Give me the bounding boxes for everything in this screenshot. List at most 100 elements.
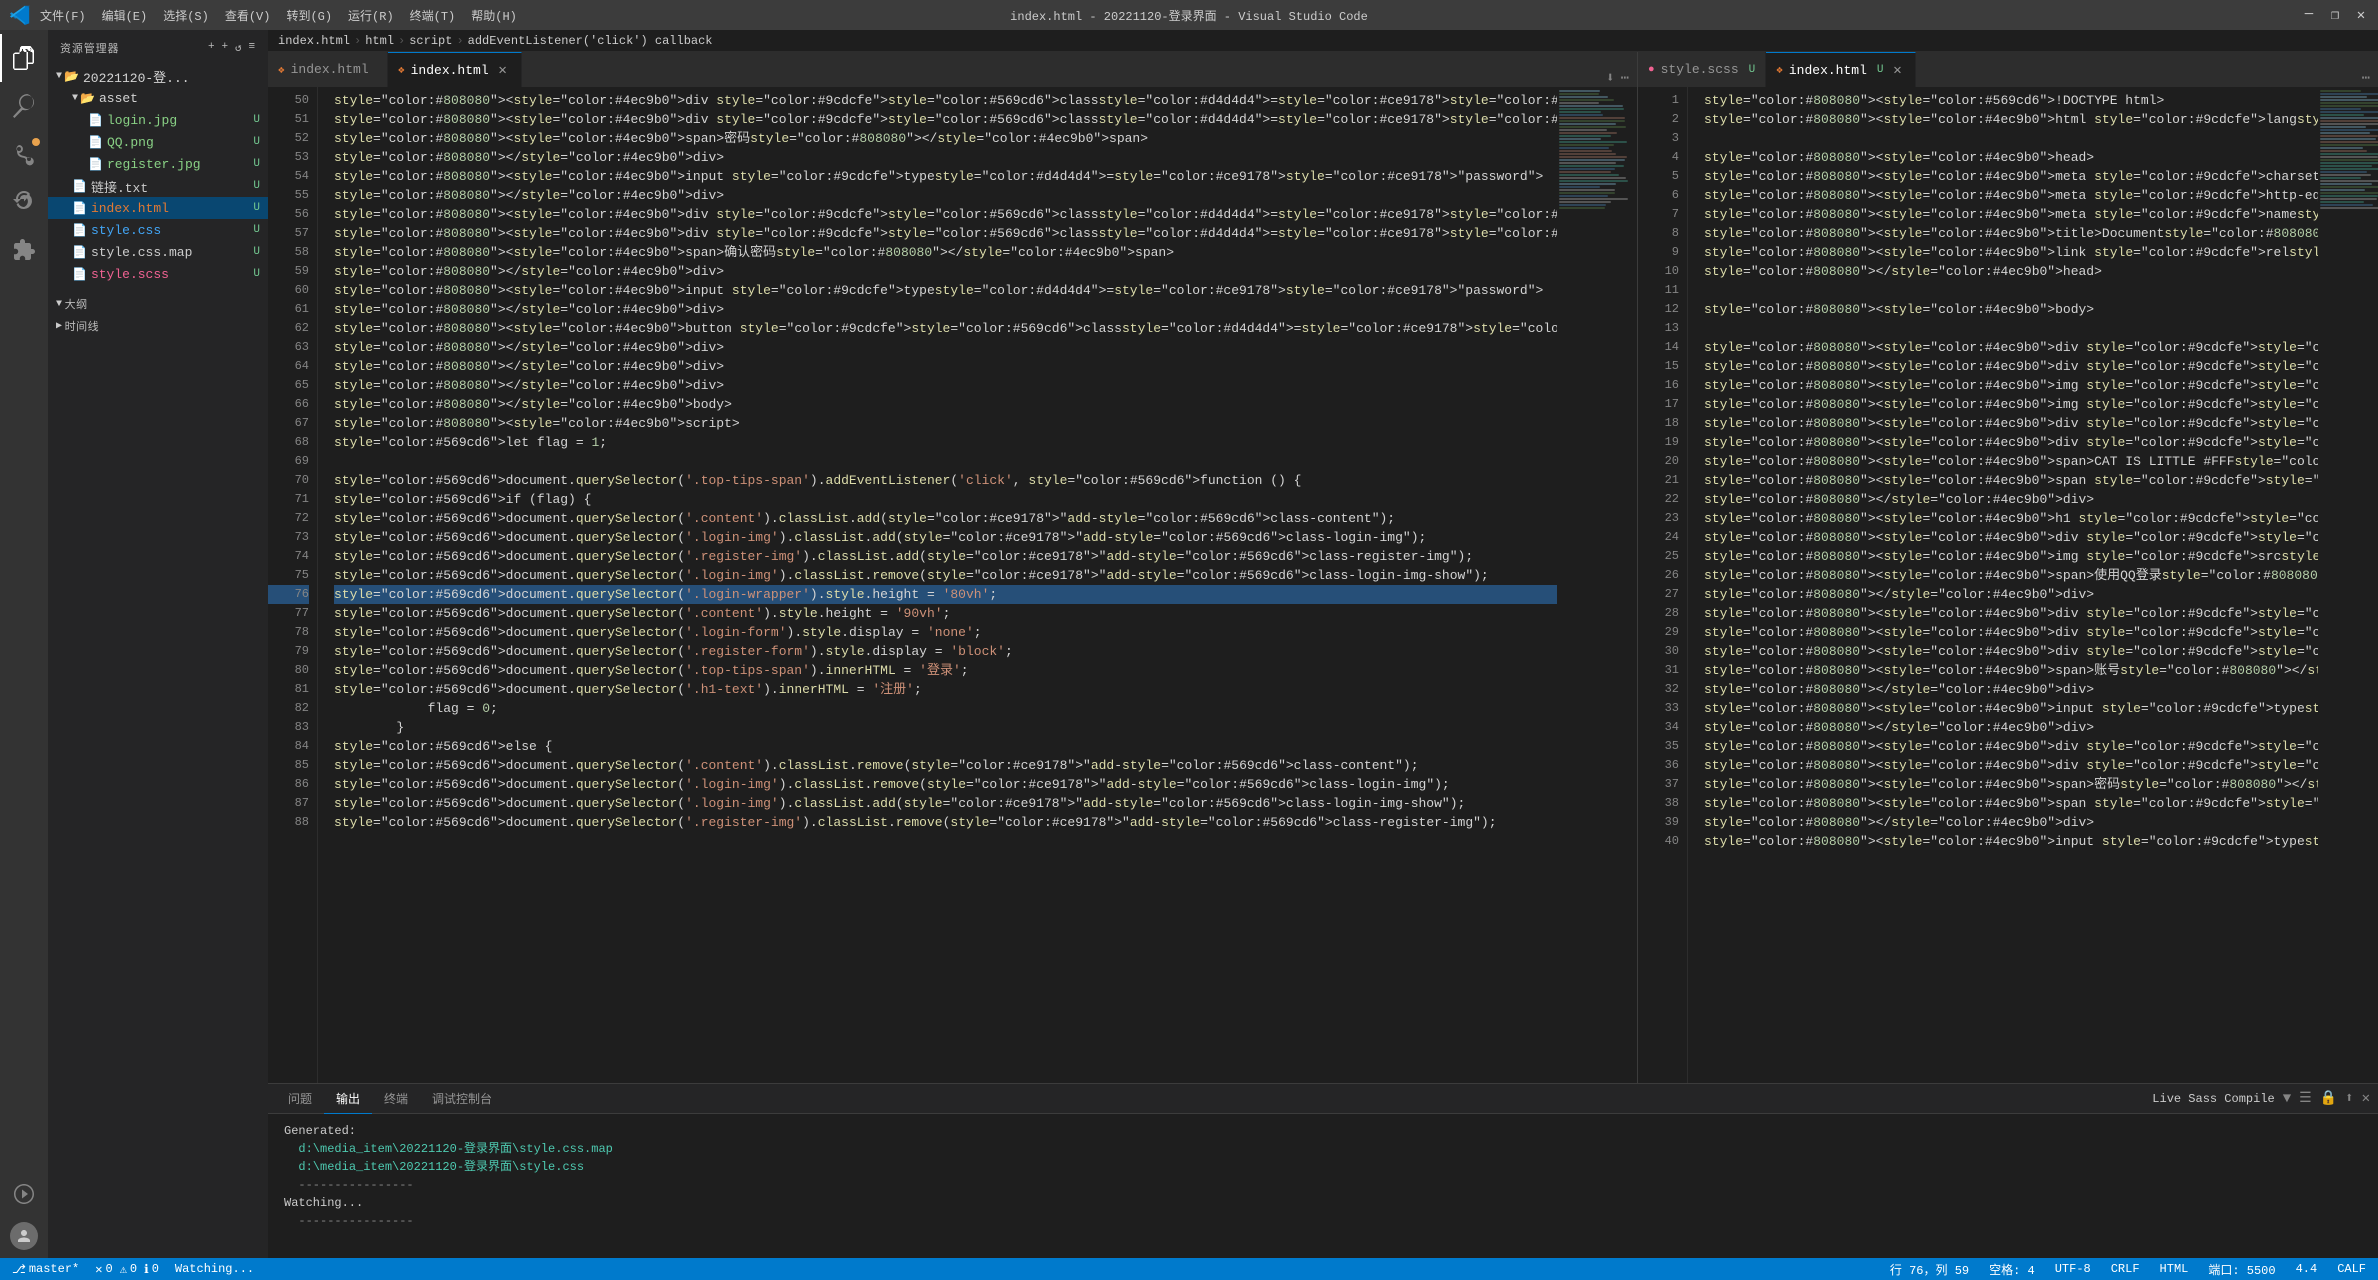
left-tab-1[interactable]: ❖ index.html ✕ — [388, 52, 522, 87]
tree-timeline[interactable]: ▶ 时间线 — [48, 315, 268, 337]
menu-file[interactable]: 文件(F) — [40, 7, 86, 24]
source-control-badge — [32, 138, 40, 146]
left-tab-actions: ⬇ ⋯ — [1598, 70, 1637, 87]
window-controls[interactable]: ─ ❐ ✕ — [2302, 8, 2368, 22]
tree-item-qq-png[interactable]: 📄 QQ.png U — [48, 131, 268, 153]
terminal-tab-problems[interactable]: 问题 — [276, 1084, 324, 1114]
left-tab-0[interactable]: ❖ index.html — [268, 52, 388, 87]
tree-item-asset[interactable]: ▼ 📂 asset — [48, 87, 268, 109]
remote-icon[interactable] — [0, 1170, 48, 1218]
file-badge-style-map: U — [253, 246, 260, 258]
refresh-icon[interactable]: ↺ — [235, 41, 243, 55]
sidebar-header: 资源管理器 + + ↺ ≡ — [48, 30, 268, 65]
menu-edit[interactable]: 编辑(E) — [102, 7, 148, 24]
file-icon-qq: 📄 — [88, 135, 103, 150]
git-branch-status[interactable]: ⎇ master* — [8, 1258, 83, 1280]
right-tab-actions: ⋯ — [2354, 70, 2378, 87]
terminal-resize-icon[interactable]: ⬆ — [2345, 1090, 2353, 1107]
language-status[interactable]: HTML — [2156, 1258, 2193, 1280]
tree-item-register-jpg[interactable]: 📄 register.jpg U — [48, 153, 268, 175]
right-code-content[interactable]: 1234567891011121314151617181920212223242… — [1638, 87, 2378, 1083]
terminal-actions: Live Sass Compile ▼ ☰ 🔒 ⬆ ✕ — [2152, 1090, 2370, 1107]
menu-select[interactable]: 选择(S) — [163, 7, 209, 24]
source-control-icon[interactable] — [0, 130, 48, 178]
new-folder-icon[interactable]: + — [222, 41, 229, 55]
main-layout: 资源管理器 + + ↺ ≡ ▼ 📂 20221120-登... ▼ 📂 asse… — [0, 30, 2378, 1258]
menu-terminal[interactable]: 终端(T) — [410, 7, 456, 24]
left-code-content[interactable]: 5051525354555657585960616263646566676869… — [268, 87, 1637, 1083]
menu-help[interactable]: 帮助(H) — [471, 7, 517, 24]
sidebar-actions[interactable]: + + ↺ ≡ — [208, 41, 256, 55]
file-label-login-jpg: login.jpg — [107, 113, 177, 128]
terminal-tab-debug[interactable]: 调试控制台 — [420, 1084, 504, 1114]
user-avatar[interactable] — [10, 1222, 38, 1250]
search-icon[interactable] — [0, 82, 48, 130]
menu-view[interactable]: 查看(V) — [225, 7, 271, 24]
file-label-register: register.jpg — [107, 157, 201, 172]
extensions-icon[interactable] — [0, 226, 48, 274]
tree-item-style-css-map[interactable]: 📄 style.css.map U — [48, 241, 268, 263]
breadcrumb-html[interactable]: html — [365, 34, 394, 48]
breadcrumb-callback[interactable]: addEventListener('click') callback — [468, 34, 713, 48]
tree-item-links-txt[interactable]: 📄 链接.txt U — [48, 175, 268, 197]
run-debug-icon[interactable] — [0, 178, 48, 226]
calf-status[interactable]: CALF — [2333, 1258, 2370, 1280]
activity-bar-bottom — [0, 1170, 48, 1258]
explorer-icon[interactable] — [0, 34, 48, 82]
line-ending-status[interactable]: CRLF — [2107, 1258, 2144, 1280]
version-label: 4.4 — [2296, 1262, 2318, 1276]
tree-item-index-html[interactable]: 📄 index.html U — [48, 197, 268, 219]
terminal-lock-icon[interactable]: 🔒 — [2320, 1090, 2337, 1107]
right-tab-1[interactable]: ❖ index.html U ✕ — [1766, 52, 1916, 87]
terminal-filter-icon[interactable]: ▼ — [2283, 1091, 2291, 1107]
breadcrumb-sep-3: › — [456, 34, 463, 48]
calf-label: CALF — [2337, 1262, 2366, 1276]
language-label: HTML — [2160, 1262, 2189, 1276]
tree-item-style-css[interactable]: 📄 style.css U — [48, 219, 268, 241]
collapse-icon[interactable]: ≡ — [249, 41, 256, 55]
breadcrumb-script[interactable]: script — [409, 34, 452, 48]
close-button[interactable]: ✕ — [2354, 8, 2368, 22]
sidebar-title: 资源管理器 — [60, 40, 119, 56]
right-tab-0[interactable]: ● style.scss U — [1638, 52, 1766, 87]
menu-bar[interactable]: 文件(F) 编辑(E) 选择(S) 查看(V) 转到(G) 运行(R) 终端(T… — [40, 7, 517, 24]
terminal-tab-output[interactable]: 输出 — [324, 1084, 372, 1114]
terminal-list-icon[interactable]: ☰ — [2299, 1090, 2312, 1107]
right-tab-1-close[interactable]: ✕ — [1889, 62, 1905, 78]
more-actions-icon[interactable]: ⋯ — [1621, 70, 1629, 87]
terminal-line-2: d:\media_item\20221120-登录界面\style.css — [284, 1158, 2362, 1176]
breadcrumb-file[interactable]: index.html — [278, 34, 350, 48]
minimize-button[interactable]: ─ — [2302, 8, 2316, 22]
title-bar: 文件(F) 编辑(E) 选择(S) 查看(V) 转到(G) 运行(R) 终端(T… — [0, 0, 2378, 30]
breadcrumb-sep-2: › — [398, 34, 405, 48]
root-folder-icon: 📂 — [64, 69, 79, 84]
cursor-position-status[interactable]: 行 76，列 59 — [1886, 1258, 1973, 1280]
outline-arrow: ▼ — [56, 299, 63, 310]
file-badge-qq: U — [253, 136, 260, 148]
spaces-status[interactable]: 空格: 4 — [1985, 1258, 2039, 1280]
tree-item-login-jpg[interactable]: 📄 login.jpg U — [48, 109, 268, 131]
file-icon-index-html: 📄 — [72, 201, 87, 216]
menu-goto[interactable]: 转到(G) — [286, 7, 332, 24]
restore-button[interactable]: ❐ — [2328, 8, 2342, 22]
left-tab-1-close[interactable]: ✕ — [495, 62, 511, 78]
version-status[interactable]: 4.4 — [2292, 1258, 2322, 1280]
terminal-close-icon[interactable]: ✕ — [2362, 1090, 2370, 1107]
live-server-status[interactable]: 端口: 5500 — [2204, 1258, 2279, 1280]
new-file-icon[interactable]: + — [208, 41, 215, 55]
watching-status[interactable]: Watching... — [171, 1258, 258, 1280]
file-label-style-scss: style.scss — [91, 267, 169, 282]
tree-outline[interactable]: ▼ 大纲 — [48, 293, 268, 315]
tree-item-style-scss[interactable]: 📄 style.scss U — [48, 263, 268, 285]
terminal-tab-terminal[interactable]: 终端 — [372, 1084, 420, 1114]
encoding-status[interactable]: UTF-8 — [2051, 1258, 2095, 1280]
right-code-lines[interactable]: style="color:#808080"><style="color:#569… — [1688, 87, 2318, 1083]
right-tab-1-badge: U — [1877, 64, 1884, 76]
tree-root[interactable]: ▼ 📂 20221120-登... — [48, 65, 268, 87]
menu-run[interactable]: 运行(R) — [348, 7, 394, 24]
right-more-icon[interactable]: ⋯ — [2362, 70, 2370, 87]
split-editor-icon[interactable]: ⬇ — [1606, 70, 1614, 87]
left-code-lines[interactable]: style="color:#808080"><style="color:#4ec… — [318, 87, 1557, 1083]
file-label-style-map: style.css.map — [91, 245, 192, 260]
error-status[interactable]: ✕ 0 ⚠ 0 ℹ 0 — [91, 1258, 163, 1280]
